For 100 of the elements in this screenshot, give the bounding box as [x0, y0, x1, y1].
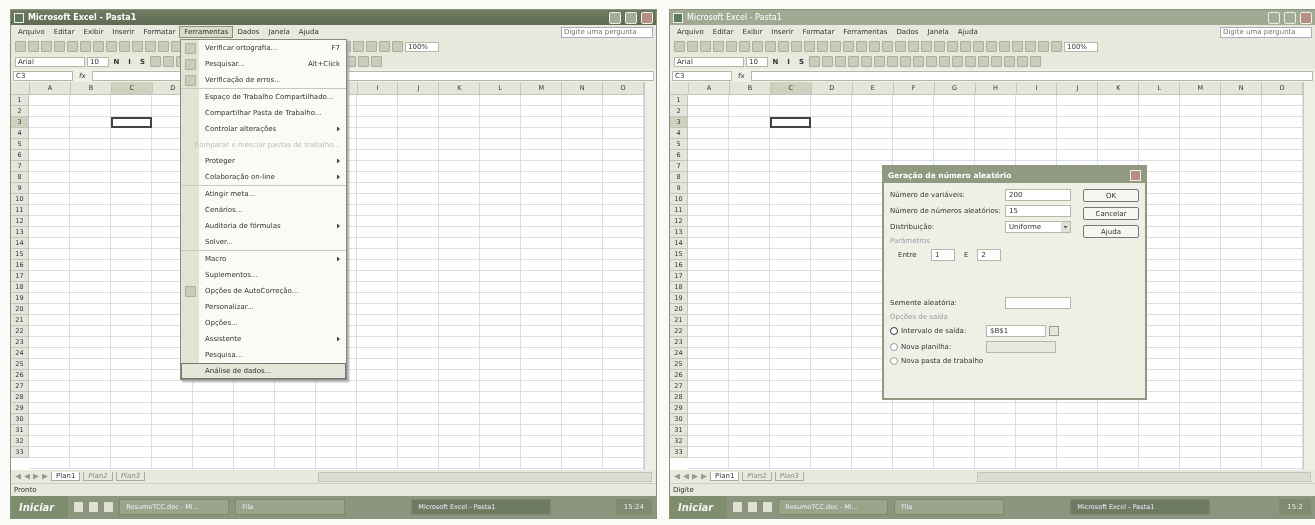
restore-icon[interactable] — [1284, 11, 1296, 24]
toolbar-icon[interactable] — [939, 56, 950, 67]
toolbar-icon[interactable] — [913, 56, 924, 67]
toolbar-icon[interactable] — [371, 56, 382, 67]
toolbar-icon[interactable] — [986, 41, 997, 52]
toolbar-icon[interactable] — [67, 41, 78, 52]
toolbar-icon[interactable] — [106, 41, 117, 52]
close-icon[interactable] — [641, 11, 653, 24]
toolbar-icon[interactable] — [991, 56, 1002, 67]
toolbar-icon[interactable] — [973, 41, 984, 52]
toolbar-icon[interactable] — [28, 41, 39, 52]
toolbar-icon[interactable] — [674, 41, 685, 52]
toolbar-icon[interactable] — [366, 41, 377, 52]
radio-button[interactable] — [890, 357, 898, 365]
toolbar-icon[interactable] — [1038, 41, 1049, 52]
toolbar-icon[interactable] — [869, 41, 880, 52]
vertical-scrollbar[interactable] — [644, 82, 656, 470]
first-sheet-icon[interactable] — [15, 473, 21, 480]
toolbar-icon[interactable] — [1017, 56, 1028, 67]
restore-icon[interactable] — [625, 11, 637, 24]
toolbar-icon[interactable] — [687, 41, 698, 52]
toolbar-icon[interactable] — [835, 56, 846, 67]
toolbar-icon[interactable] — [848, 56, 859, 67]
toolbar-icon[interactable] — [965, 56, 976, 67]
input-field[interactable] — [986, 341, 1056, 353]
toolbar-icon[interactable] — [713, 41, 724, 52]
toolbar-icon[interactable] — [887, 56, 898, 67]
next-sheet-icon[interactable] — [692, 473, 698, 480]
toolbar-icon[interactable] — [93, 41, 104, 52]
toolbar-icon[interactable] — [843, 41, 854, 52]
minimize-icon[interactable] — [1268, 11, 1280, 24]
select-all-corner[interactable] — [670, 82, 689, 95]
last-sheet-icon[interactable] — [42, 473, 48, 480]
toolbar-icon[interactable] — [15, 41, 26, 52]
window-title: Microsoft Excel - Pasta1 — [28, 13, 137, 22]
select-all-corner[interactable] — [11, 82, 30, 95]
toolbar-icon[interactable] — [952, 56, 963, 67]
toolbar-icon[interactable] — [817, 41, 828, 52]
close-icon[interactable] — [1130, 169, 1141, 181]
last-sheet-icon[interactable] — [701, 473, 707, 480]
toolbar-icon[interactable] — [978, 56, 989, 67]
toolbar-icon[interactable] — [1030, 56, 1041, 67]
radio-button[interactable] — [890, 327, 898, 335]
toolbar-icon[interactable] — [934, 41, 945, 52]
toolbar-icon[interactable] — [830, 41, 841, 52]
previous-sheet-icon[interactable] — [24, 473, 30, 480]
toolbar-icon[interactable] — [1012, 41, 1023, 52]
toolbar-icon[interactable] — [804, 41, 815, 52]
toolbar-icon[interactable] — [54, 41, 65, 52]
toolbar-icon[interactable] — [158, 41, 169, 52]
toolbar-icon[interactable] — [726, 41, 737, 52]
toolbar-icon[interactable] — [822, 56, 833, 67]
close-icon[interactable] — [1300, 11, 1312, 24]
toolbar-icon[interactable] — [926, 56, 937, 67]
active-cell[interactable] — [770, 117, 811, 128]
toolbar-icon[interactable] — [856, 41, 867, 52]
toolbar-icon[interactable] — [960, 41, 971, 52]
toolbar-icon[interactable] — [999, 41, 1010, 52]
toolbar-icon[interactable] — [145, 41, 156, 52]
toolbar-icon[interactable] — [752, 41, 763, 52]
toolbar-icon[interactable] — [874, 56, 885, 67]
toolbar-icon[interactable] — [41, 41, 52, 52]
horizontal-scrollbar[interactable] — [318, 471, 652, 482]
minimize-icon[interactable] — [609, 11, 621, 24]
first-sheet-icon[interactable] — [674, 473, 680, 480]
toolbar-icon[interactable] — [778, 41, 789, 52]
input-field[interactable] — [1005, 297, 1071, 309]
toolbar-icon[interactable] — [392, 41, 403, 52]
toolbar-icon[interactable] — [739, 41, 750, 52]
toolbar-icon[interactable] — [900, 56, 911, 67]
horizontal-scrollbar[interactable] — [977, 471, 1311, 482]
toolbar-icon[interactable] — [947, 41, 958, 52]
toolbar-icon[interactable] — [895, 41, 906, 52]
toolbar-icon[interactable] — [882, 41, 893, 52]
vertical-scrollbar[interactable] — [1303, 82, 1315, 470]
toolbar-icon[interactable] — [861, 56, 872, 67]
toolbar-icon[interactable] — [809, 56, 820, 67]
next-sheet-icon[interactable] — [33, 473, 39, 480]
toolbar-icon[interactable] — [80, 41, 91, 52]
toolbar-icon[interactable] — [1051, 41, 1062, 52]
toolbar-icon[interactable] — [921, 41, 932, 52]
toolbar-icon[interactable] — [765, 41, 776, 52]
previous-sheet-icon[interactable] — [683, 473, 689, 480]
toolbar-icon[interactable] — [1004, 56, 1015, 67]
toolbar-icon[interactable] — [700, 41, 711, 52]
toolbar-icon[interactable] — [150, 56, 161, 67]
toolbar-icon[interactable] — [791, 41, 802, 52]
range-picker-icon[interactable] — [1049, 326, 1059, 336]
toolbar-icon[interactable] — [1025, 41, 1036, 52]
toolbar-icon[interactable] — [163, 56, 174, 67]
radio-button[interactable] — [890, 343, 898, 351]
active-cell[interactable] — [111, 117, 152, 128]
formula-field[interactable] — [750, 70, 1313, 81]
toolbar-icon[interactable] — [358, 56, 369, 67]
toolbar-icon[interactable] — [119, 41, 130, 52]
toolbar-icon[interactable] — [908, 41, 919, 52]
window-title: Microsoft Excel - Pasta1 — [687, 13, 782, 22]
toolbar-icon[interactable] — [132, 41, 143, 52]
toolbar-icon[interactable] — [379, 41, 390, 52]
toolbar-icon[interactable] — [353, 41, 364, 52]
